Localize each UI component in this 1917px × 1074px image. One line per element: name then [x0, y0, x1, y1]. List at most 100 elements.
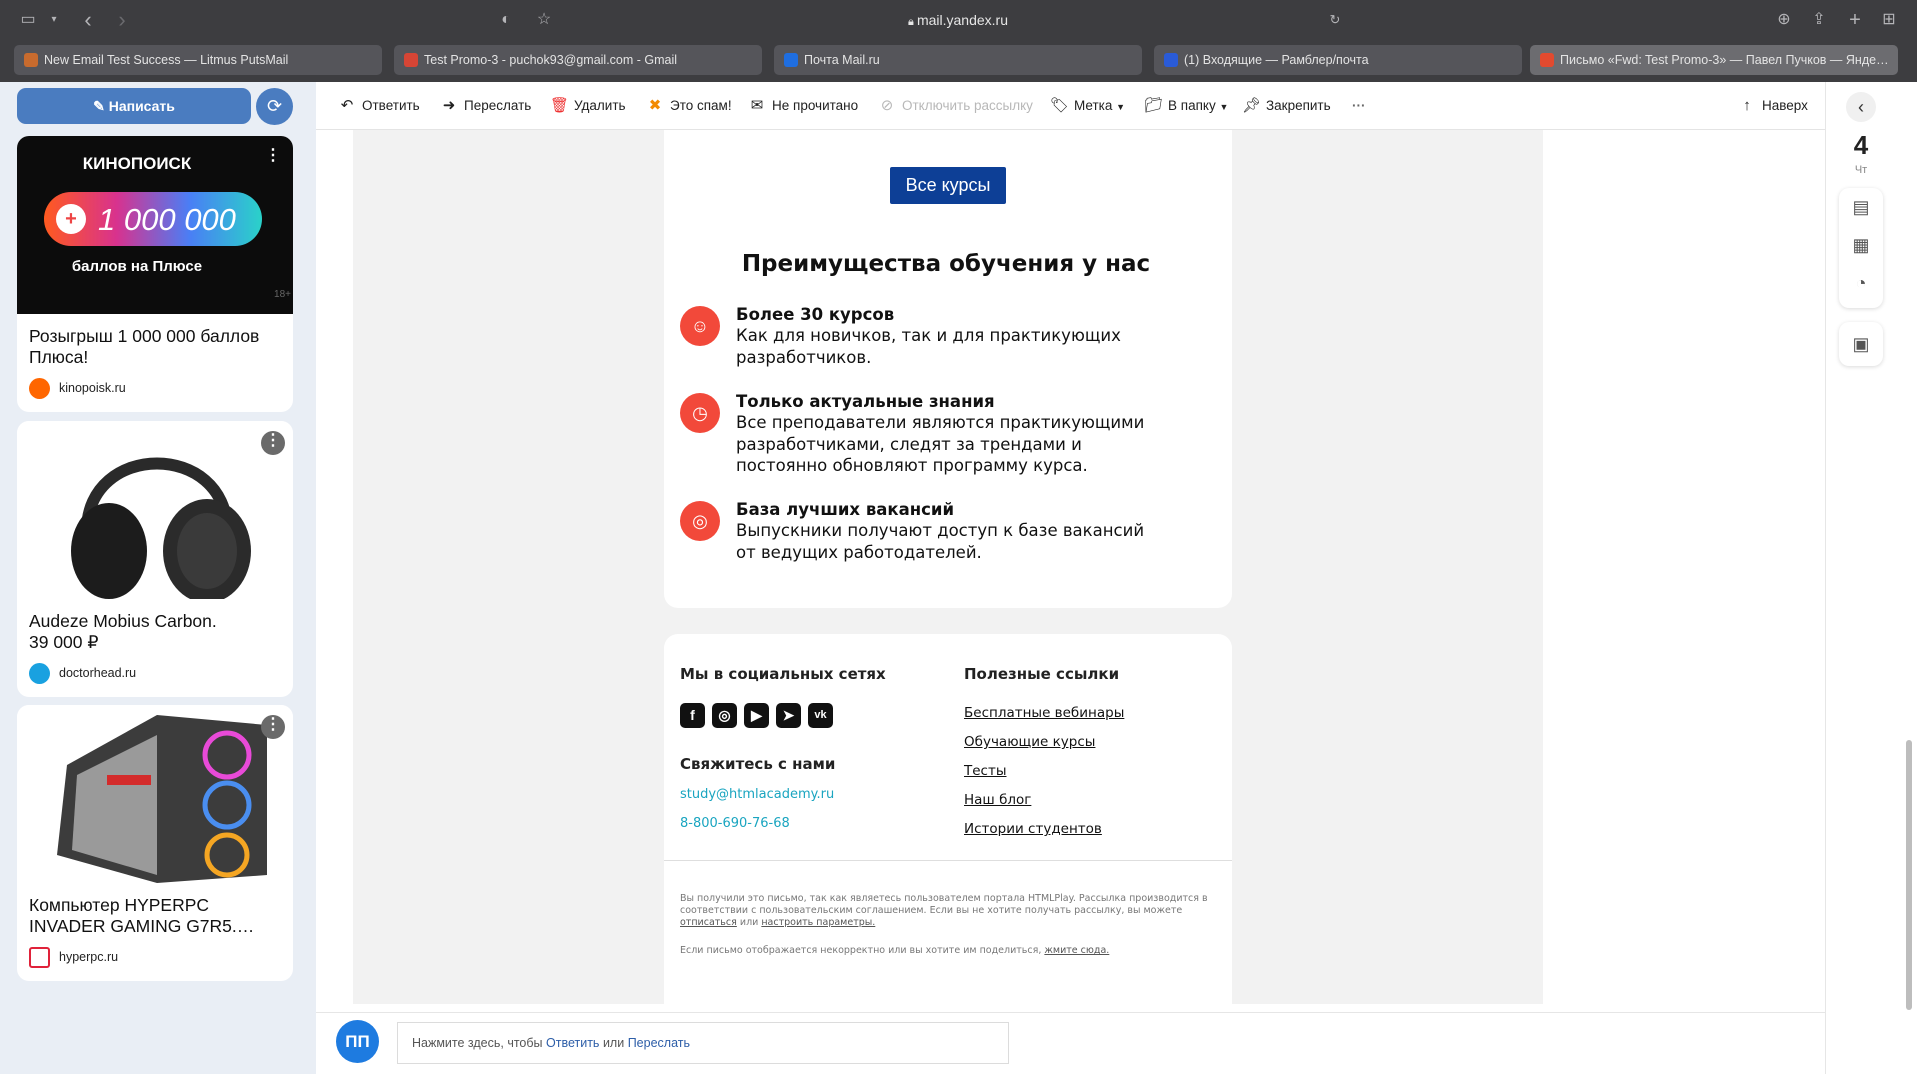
forward-icon[interactable]: › — [112, 9, 132, 31]
scroll-to-top-button[interactable]: ↑ Наверх — [1738, 96, 1808, 116]
tab-mailru[interactable]: Почта Mail.ru — [774, 45, 1142, 75]
vk-icon[interactable]: vk — [808, 703, 833, 728]
mark-unread-button[interactable]: ✉ Не прочитано — [748, 96, 858, 116]
reply-button[interactable]: ↶ Ответить — [338, 96, 420, 116]
feature-text: Как для новичков, так и для практикующих… — [736, 326, 1121, 367]
tab-label: Test Promo-3 - puchok93@gmail.com - Gmai… — [424, 53, 678, 67]
disclaimer-body: Вы получили это письмо, так как являетес… — [680, 893, 1208, 916]
refresh-button[interactable]: ⟳ — [256, 88, 293, 125]
youtube-icon[interactable]: ▶ — [744, 703, 769, 728]
tab-gmail[interactable]: Test Promo-3 - puchok93@gmail.com - Gmai… — [394, 45, 762, 75]
link-blog[interactable]: Наш блог — [964, 792, 1031, 808]
links-title: Полезные ссылки — [964, 665, 1120, 683]
chevron-down-icon[interactable]: ▾ — [44, 10, 64, 30]
more-button[interactable]: ··· — [1352, 96, 1366, 116]
unsubscribe-button[interactable]: ⊘ Отключить рассылку — [878, 96, 1033, 116]
ad-menu-icon[interactable]: ⋮ — [261, 146, 285, 170]
shield-icon[interactable]: ◐ — [496, 10, 516, 30]
ad-card-headphones[interactable]: ⋮ Audeze Mobius Carbon. 39 000 ₽ doctorh… — [17, 421, 293, 697]
calendar-weekday: Чт — [1854, 164, 1868, 176]
settings-link[interactable]: настроить параметры. — [761, 917, 875, 928]
forward-button[interactable]: ➜ Переслать — [440, 96, 532, 116]
back-icon[interactable]: ‹ — [78, 9, 98, 31]
sidebar-toggle-icon[interactable]: ▭ — [18, 10, 38, 30]
chevron-down-icon: ▼ — [1116, 102, 1126, 112]
refresh-icon: ⟳ — [266, 96, 283, 116]
disk-icon[interactable]: ◔ — [1839, 264, 1883, 302]
headphones-illustration — [71, 457, 251, 603]
ad-card-hyperpc[interactable]: ⋮ Компьютер HYPERPC INVADER GAMING G7R5.… — [17, 705, 293, 981]
new-tab-icon[interactable]: + — [1845, 10, 1865, 30]
ad-card-kinopoisk[interactable]: КИНОПОИСК + 1 000 000 баллов на Плюсе 18… — [17, 136, 293, 412]
contact-phone-link[interactable]: 8-800-690-76-68 — [680, 816, 790, 831]
avatar[interactable]: ПП — [336, 1020, 379, 1063]
forward-label: Переслать — [464, 98, 532, 113]
telegram-icon[interactable]: ➤ — [776, 703, 801, 728]
download-icon[interactable]: ⊕ — [1774, 10, 1794, 30]
folder-icon: 📁︎ — [1144, 97, 1164, 114]
collapse-panel-button[interactable]: ‹ — [1846, 92, 1876, 122]
tab-rambler[interactable]: (1) Входящие — Рамблер/почта — [1154, 45, 1522, 75]
instagram-icon[interactable]: ◎ — [712, 703, 737, 728]
clock-icon: ◷ — [680, 393, 720, 433]
unread-label: Не прочитано — [772, 98, 859, 113]
tab-litmus[interactable]: New Email Test Success — Litmus PutsMail — [14, 45, 382, 75]
spam-icon: ✖ — [648, 97, 662, 114]
reload-icon[interactable]: ↻ — [1325, 10, 1345, 30]
quick-reply-input[interactable]: Нажмите здесь, чтобы Ответить или Пересл… — [397, 1022, 1009, 1064]
quick-reply-link[interactable]: Ответить — [546, 1036, 599, 1050]
url-text: mail.yandex.ru — [916, 12, 1008, 28]
delete-button[interactable]: 🗑︎ Удалить — [550, 96, 626, 116]
label-button[interactable]: 🏷︎ Метка ▼ — [1050, 96, 1125, 116]
envelope-icon: ✉ — [750, 97, 764, 114]
link-courses[interactable]: Обучающие курсы — [964, 734, 1095, 750]
compose-button[interactable]: ✎ Написать — [17, 88, 251, 124]
all-courses-button[interactable]: Все курсы — [890, 167, 1006, 204]
web-version-body: Если письмо отображается некорректно или… — [680, 945, 1042, 956]
spam-button[interactable]: ✖ Это спам! — [646, 96, 732, 116]
facebook-icon[interactable]: f — [680, 703, 705, 728]
link-webinars[interactable]: Бесплатные вебинары — [964, 705, 1124, 721]
web-version-link[interactable]: жмите сюда. — [1044, 945, 1109, 956]
banner-pill: + 1 000 000 — [44, 192, 262, 246]
tab-yandex-active[interactable]: Письмо «Fwd: Test Promo-3» — Павел Пучко… — [1530, 45, 1898, 75]
pin-button[interactable]: 📌︎ Закрепить — [1242, 96, 1331, 116]
link-stories[interactable]: Истории студентов — [964, 821, 1102, 837]
feature-title: База лучших вакансий — [736, 500, 955, 519]
browser-chrome: ▭ ▾ ‹ › ◐ ☆ 🔒︎ mail.yandex.ru ↻ ⊕ ⇪ + ⊞ … — [0, 0, 1917, 82]
pencil-icon: ✎ — [93, 98, 109, 114]
tab-overview-icon[interactable]: ⊞ — [1879, 10, 1899, 30]
scrollbar[interactable] — [1906, 740, 1912, 1010]
ad-title: Компьютер HYPERPC INVADER GAMING G7R5.… — [29, 895, 255, 936]
tab-label: Письмо «Fwd: Test Promo-3» — Павел Пучко… — [1560, 53, 1889, 67]
contact-title: Свяжитесь с нами — [680, 755, 836, 773]
pc-case-illustration — [57, 715, 267, 883]
feature-text: Все преподаватели являются практикующими… — [736, 413, 1145, 475]
ad-menu-icon[interactable]: ⋮ — [261, 715, 285, 739]
quick-forward-link[interactable]: Переслать — [628, 1036, 690, 1050]
chevron-down-icon: ▼ — [1219, 102, 1229, 112]
link-tests[interactable]: Тесты — [964, 763, 1007, 779]
gmail-favicon-icon — [404, 53, 418, 67]
contact-email-link[interactable]: study@htmlacademy.ru — [680, 787, 834, 802]
ad-menu-icon[interactable]: ⋮ — [261, 431, 285, 455]
share-icon[interactable]: ⇪ — [1809, 10, 1829, 30]
tab-label: (1) Входящие — Рамблер/почта — [1184, 53, 1369, 67]
notes-icon[interactable]: ▤ — [1839, 188, 1883, 226]
tasks-button[interactable]: ▣ — [1839, 322, 1883, 366]
unsubscribe-link[interactable]: отписаться — [680, 917, 737, 928]
label-text: Метка — [1074, 98, 1113, 113]
move-to-folder-button[interactable]: 📁︎ В папку ▼ — [1144, 96, 1228, 116]
apps-icon[interactable]: ▦ — [1839, 226, 1883, 264]
feature-item: ◎ База лучших вакансий Выпускники получа… — [680, 499, 1200, 569]
tag-icon: 🏷︎ — [1050, 97, 1070, 114]
star-icon[interactable]: ☆ — [534, 10, 554, 30]
delete-label: Удалить — [574, 98, 626, 113]
feature-item: ☺ Более 30 курсов Как для новичков, так … — [680, 304, 1200, 374]
forward-arrow-icon: ➜ — [442, 97, 456, 114]
address-bar[interactable]: 🔒︎ mail.yandex.ru — [568, 6, 1348, 34]
pin-icon: 📌︎ — [1242, 97, 1262, 114]
lock-icon: 🔒︎ — [908, 16, 917, 28]
calendar-day[interactable]: 4 — [1839, 130, 1883, 161]
reply-icon: ↶ — [340, 97, 354, 114]
